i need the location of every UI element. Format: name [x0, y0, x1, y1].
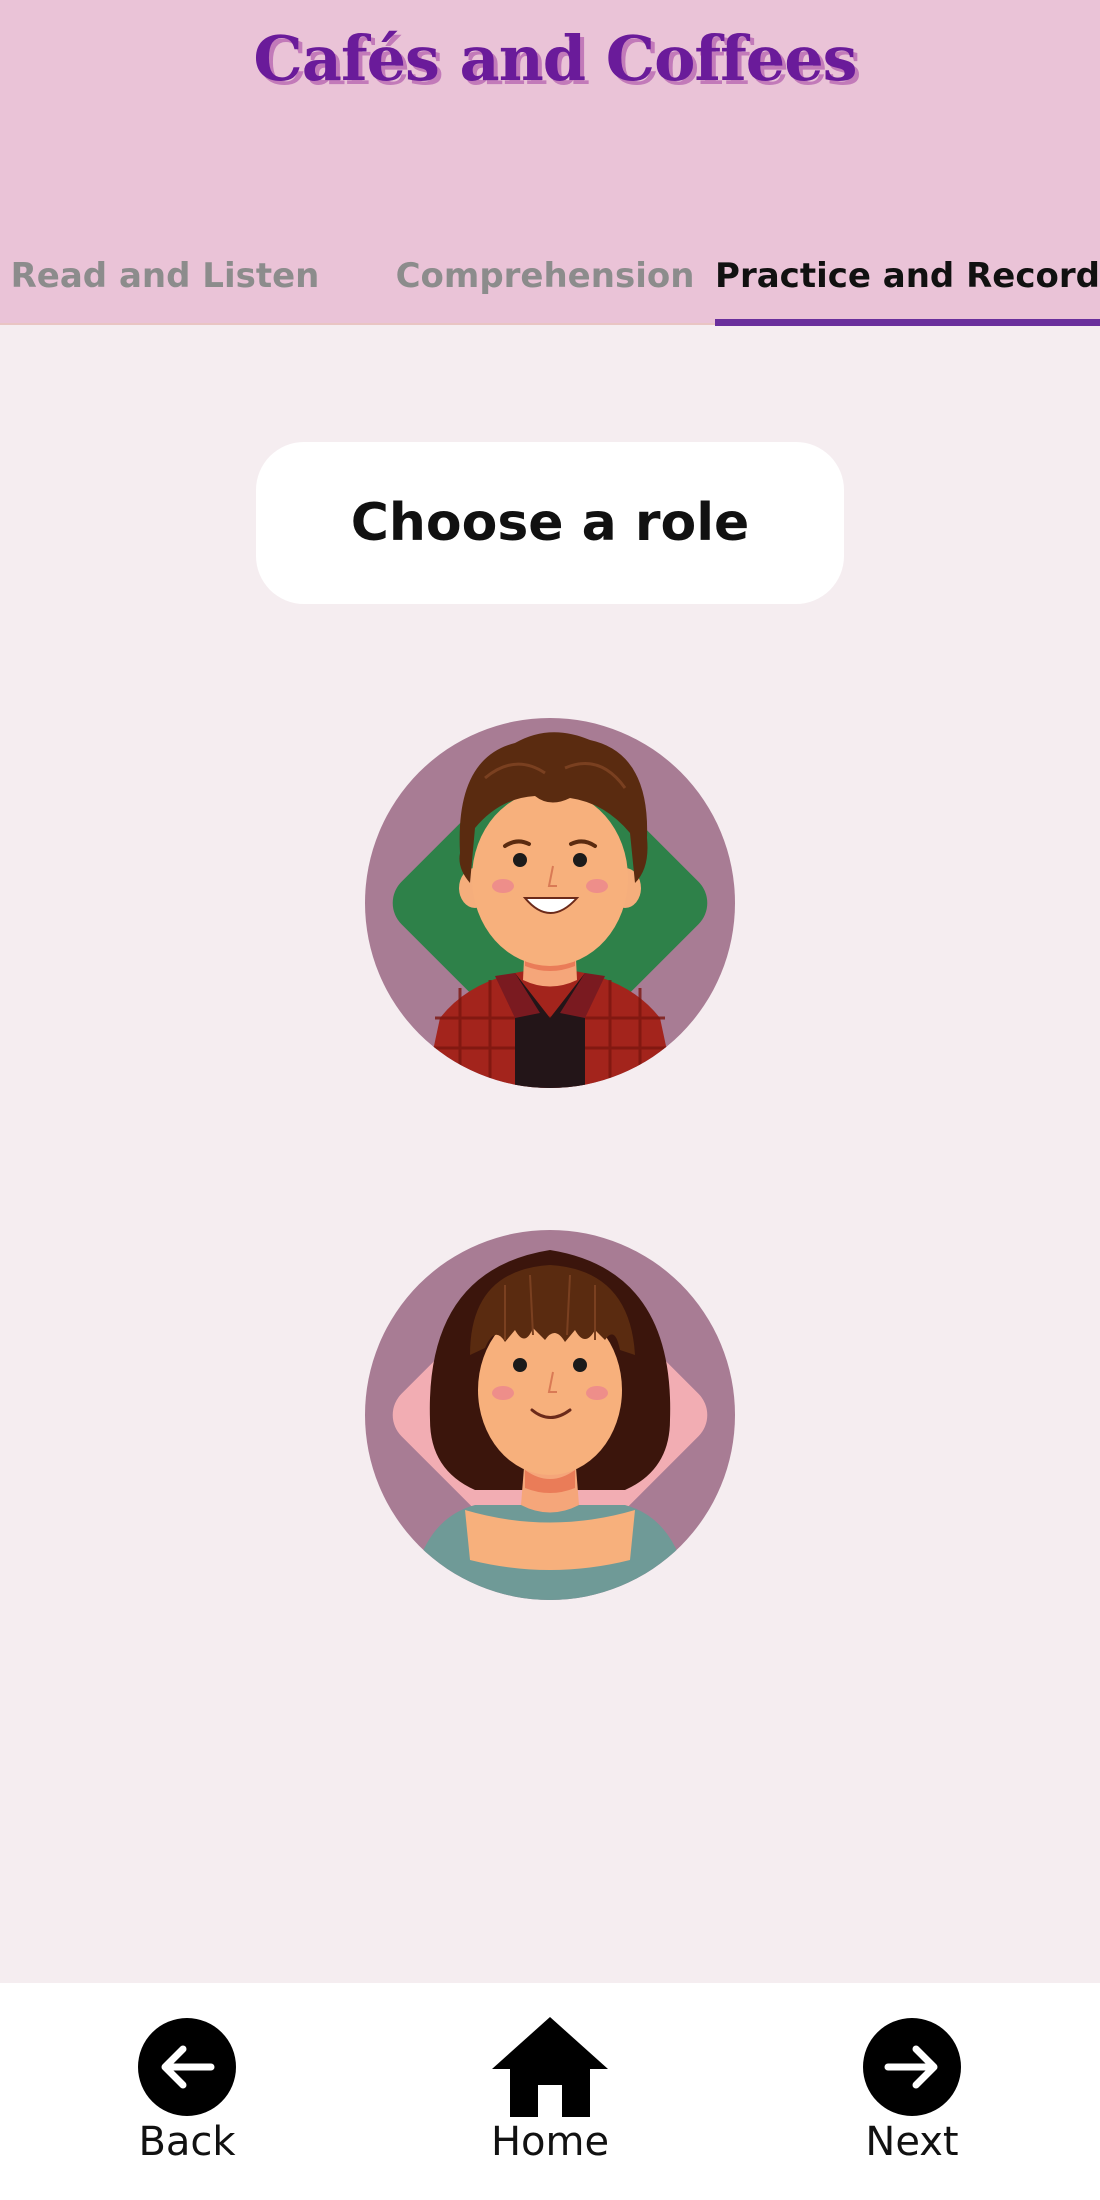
boy-avatar-icon	[365, 718, 735, 1088]
home-icon	[492, 2017, 608, 2117]
back-button[interactable]: Back	[77, 1983, 297, 2200]
tab-comprehension[interactable]: Comprehension	[385, 240, 705, 325]
page-title: Cafés and Coffees	[253, 22, 857, 95]
arrow-left-icon	[138, 2018, 236, 2116]
home-button[interactable]: Home	[440, 1983, 660, 2200]
home-label: Home	[490, 2119, 610, 2165]
next-label: Next	[865, 2119, 959, 2165]
bottom-nav: Back Home Next	[0, 1983, 1100, 2200]
arrow-right-icon	[863, 2018, 961, 2116]
active-tab-indicator	[715, 319, 1100, 326]
tab-read-and-listen[interactable]: Read and Listen	[0, 240, 330, 325]
role-option-girl[interactable]	[365, 1230, 735, 1600]
header: Cafés and Coffees Read and Listen Compre…	[0, 0, 1100, 326]
tab-bar: Read and Listen Comprehension Practice a…	[0, 240, 1100, 325]
back-label: Back	[138, 2119, 236, 2165]
choose-role-heading: Choose a role	[256, 442, 844, 604]
role-option-boy[interactable]	[365, 718, 735, 1088]
girl-avatar-icon	[365, 1230, 735, 1600]
next-button[interactable]: Next	[802, 1983, 1022, 2200]
tab-practice-and-record[interactable]: Practice and Record	[715, 240, 1100, 325]
